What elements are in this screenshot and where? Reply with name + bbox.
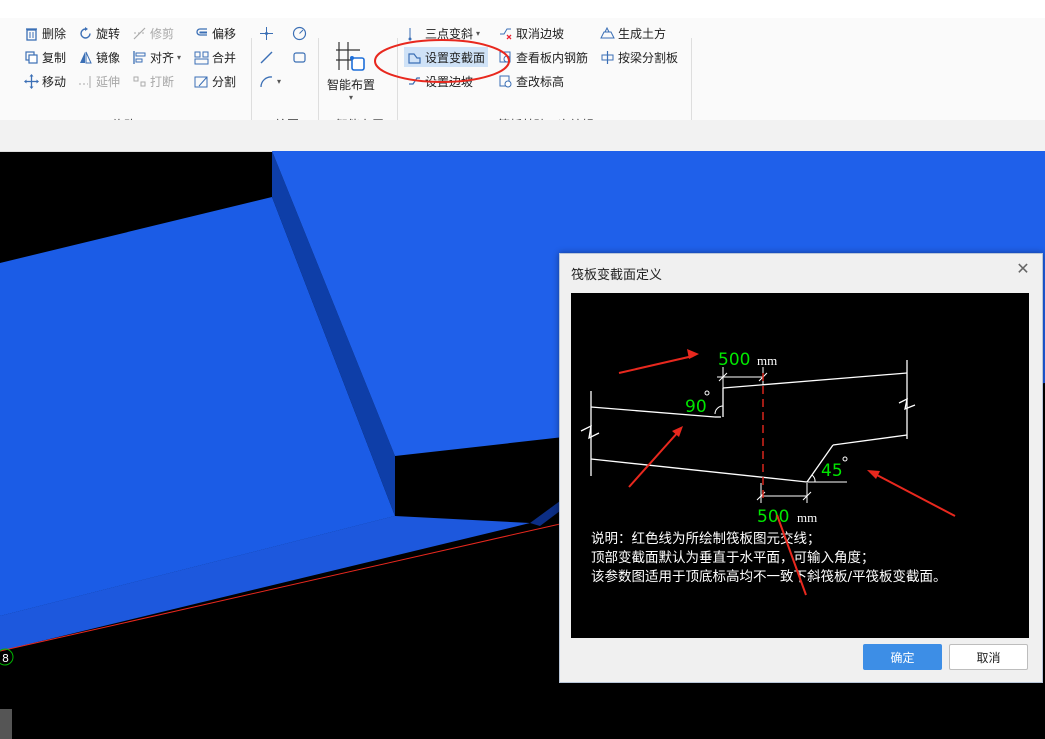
ribbon: 删除 旋转 修剪 偏移 复制 镜像 对齐 ▾ 合并 移动 延伸 打断 分割 ▾ … xyxy=(0,18,1045,132)
close-icon[interactable]: ✕ xyxy=(1014,260,1032,278)
copy-icon xyxy=(24,50,39,65)
generate-earthwork-label: 生成土方 xyxy=(618,26,667,41)
trim-icon xyxy=(132,26,147,41)
divider xyxy=(691,38,692,132)
offset-button[interactable]: 偏移 xyxy=(194,24,236,42)
offset-label: 偏移 xyxy=(212,26,237,41)
move-button[interactable]: 移动 xyxy=(24,72,66,90)
generate-earthwork-button[interactable]: 生成土方 xyxy=(600,24,666,42)
merge-button[interactable]: 合并 xyxy=(194,48,236,66)
break-label: 打断 xyxy=(150,74,175,89)
split-by-beam-button[interactable]: 按梁分割板 xyxy=(600,48,678,66)
rectangle-tool[interactable] xyxy=(292,48,307,66)
split-label: 分割 xyxy=(212,74,237,89)
variable-section-dialog: 筏板变截面定义 ✕ 500 mm 90 45 500 mm 说明：红色线为所绘制… xyxy=(559,253,1043,683)
align-icon xyxy=(132,50,147,65)
move-label: 移动 xyxy=(42,74,67,89)
cancel-button[interactable]: 取消 xyxy=(949,644,1028,670)
chevron-down-icon: ▾ xyxy=(177,52,182,62)
divider xyxy=(251,38,252,132)
merge-label: 合并 xyxy=(212,50,237,65)
line-tool[interactable] xyxy=(259,48,274,66)
extend-label: 延伸 xyxy=(96,74,121,89)
top-angle-label: 90 xyxy=(685,397,707,417)
point-tool[interactable] xyxy=(259,24,274,42)
bottom-width-label: 500 xyxy=(757,507,789,527)
mirror-icon xyxy=(78,50,93,65)
dialog-title: 筏板变截面定义 xyxy=(571,268,663,283)
align-button[interactable]: 对齐 ▾ xyxy=(132,48,181,66)
break-icon xyxy=(132,74,147,89)
axis-label: 8 xyxy=(2,652,9,665)
delete-label: 删除 xyxy=(42,26,67,41)
rotate-button[interactable]: 旋转 xyxy=(78,24,120,42)
highlight-circle-annotation xyxy=(374,39,510,83)
chevron-down-icon: ▾ xyxy=(348,93,353,102)
split-icon xyxy=(194,74,209,89)
point-icon xyxy=(259,26,274,41)
section-diagram: 500 mm 90 45 500 mm 说明：红色线为所绘制筏板图元交线； 顶部… xyxy=(571,293,1029,638)
split-by-beam-label: 按梁分割板 xyxy=(618,50,679,65)
rotate-label: 旋转 xyxy=(96,26,121,41)
rotate-icon xyxy=(78,26,93,41)
circle-icon xyxy=(292,26,307,41)
arc-icon xyxy=(259,74,274,89)
rectangle-icon xyxy=(292,50,307,65)
title-bar xyxy=(0,0,1045,18)
extend-button[interactable]: 延伸 xyxy=(78,72,120,90)
check-elevation-label: 查改标高 xyxy=(516,74,565,89)
trash-icon xyxy=(24,26,39,41)
sub-toolbar xyxy=(0,120,1045,152)
bottom-unit-label: mm xyxy=(797,510,817,525)
beam-split-icon xyxy=(600,50,615,65)
ok-button[interactable]: 确定 xyxy=(863,644,942,670)
top-width-label: 500 xyxy=(718,350,750,370)
trim-label: 修剪 xyxy=(150,26,175,41)
note-line-3: 该参数图适用于顶底标高均不一致下斜筏板/平筏板变截面。 xyxy=(591,568,947,585)
earthwork-icon xyxy=(600,26,615,41)
top-unit-label: mm xyxy=(757,353,777,368)
cancel-slope-edge-label: 取消边坡 xyxy=(516,26,565,41)
view-rebar-label: 查看板内钢筋 xyxy=(516,50,589,65)
divider xyxy=(318,38,319,132)
break-button[interactable]: 打断 xyxy=(132,72,174,90)
extend-icon xyxy=(78,74,93,89)
line-icon xyxy=(259,50,274,65)
mirror-label: 镜像 xyxy=(96,50,121,65)
split-button[interactable]: 分割 xyxy=(194,72,236,90)
offset-icon xyxy=(194,26,209,41)
arc-tool[interactable]: ▾ xyxy=(259,72,281,90)
mirror-button[interactable]: 镜像 xyxy=(78,48,120,66)
delete-button[interactable]: 删除 xyxy=(24,24,66,42)
bottom-angle-label: 45 xyxy=(821,461,843,481)
circle-tool[interactable] xyxy=(292,24,307,42)
trim-button[interactable]: 修剪 xyxy=(132,24,174,42)
note-line-2: 顶部变截面默认为垂直于水平面，可输入角度； xyxy=(591,550,875,566)
copy-label: 复制 xyxy=(42,50,67,65)
chevron-down-icon: ▾ xyxy=(277,76,282,86)
merge-icon xyxy=(194,50,209,65)
smart-layout-label: 智能布置 xyxy=(326,78,375,92)
move-icon xyxy=(24,73,39,89)
align-label: 对齐 xyxy=(150,50,175,65)
copy-button[interactable]: 复制 xyxy=(24,48,66,66)
